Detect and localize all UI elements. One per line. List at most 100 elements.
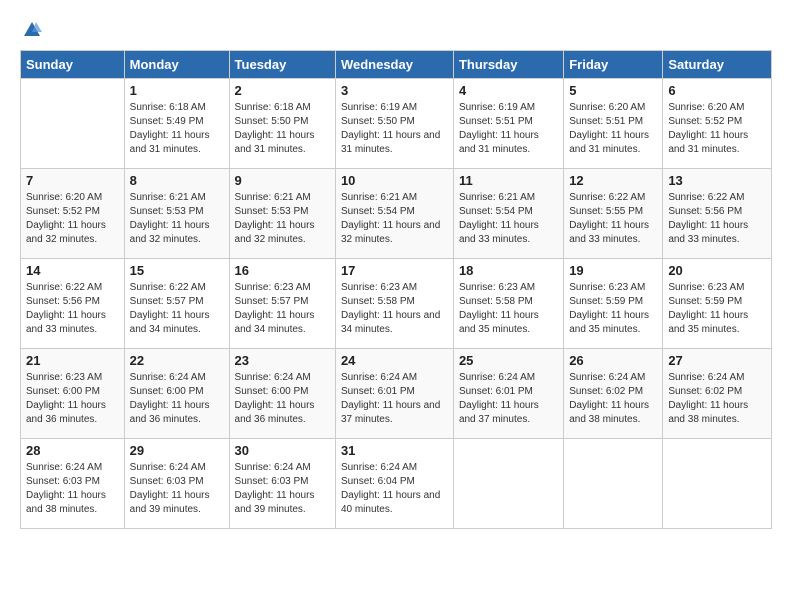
day-info: Sunrise: 6:24 AM Sunset: 6:01 PM Dayligh… [459, 371, 558, 427]
day-number: 30 [235, 443, 330, 458]
calendar-cell: 5Sunrise: 6:20 AM Sunset: 5:51 PM Daylig… [564, 79, 663, 169]
logo-icon [22, 20, 42, 40]
header-row: SundayMondayTuesdayWednesdayThursdayFrid… [21, 51, 772, 79]
calendar-week-row: 14 Sunrise: 6:22 AM Sunset: 5:56 PM Dayli… [21, 259, 772, 349]
day-number: 22 [130, 353, 224, 368]
day-info: Sunrise: 6:20 AM Sunset: 5:52 PM Dayligh… [668, 101, 766, 157]
day-number: 18 [459, 263, 558, 278]
day-info: Sunrise: 6:23 AM Sunset: 5:58 PM Dayligh… [459, 281, 558, 337]
calendar-cell: 9 Sunrise: 6:21 AM Sunset: 5:53 PM Daylig… [229, 169, 335, 259]
day-number: 26 [569, 353, 657, 368]
day-number: 20 [668, 263, 766, 278]
logo [20, 20, 42, 40]
calendar-cell: 24 Sunrise: 6:24 AM Sunset: 6:01 PM Dayli… [335, 349, 453, 439]
calendar-cell: 19Sunrise: 6:23 AM Sunset: 5:59 PM Dayli… [564, 259, 663, 349]
calendar-table: SundayMondayTuesdayWednesdayThursdayFrid… [20, 50, 772, 529]
calendar-body: 1Sunrise: 6:18 AM Sunset: 5:49 PM Daylig… [21, 79, 772, 529]
day-number: 27 [668, 353, 766, 368]
calendar-cell: 29 Sunrise: 6:24 AM Sunset: 6:03 PM Dayli… [124, 439, 229, 529]
day-number: 21 [26, 353, 119, 368]
day-info: Sunrise: 6:18 AM Sunset: 5:49 PM Dayligh… [130, 101, 224, 157]
calendar-cell [564, 439, 663, 529]
day-number: 25 [459, 353, 558, 368]
header-day: Wednesday [335, 51, 453, 79]
day-number: 12 [569, 173, 657, 188]
day-number: 28 [26, 443, 119, 458]
calendar-cell: 3 Sunrise: 6:19 AM Sunset: 5:50 PM Daylig… [335, 79, 453, 169]
day-number: 5 [569, 83, 657, 98]
day-number: 13 [668, 173, 766, 188]
day-info: Sunrise: 6:24 AM Sunset: 6:03 PM Dayligh… [26, 461, 119, 517]
day-number: 15 [130, 263, 224, 278]
day-info: Sunrise: 6:24 AM Sunset: 6:04 PM Dayligh… [341, 461, 448, 517]
calendar-cell: 30 Sunrise: 6:24 AM Sunset: 6:03 PM Dayli… [229, 439, 335, 529]
header-day: Sunday [21, 51, 125, 79]
day-info: Sunrise: 6:21 AM Sunset: 5:54 PM Dayligh… [341, 191, 448, 247]
day-info: Sunrise: 6:24 AM Sunset: 6:01 PM Dayligh… [341, 371, 448, 427]
day-number: 23 [235, 353, 330, 368]
calendar-cell: 21 Sunrise: 6:23 AM Sunset: 6:00 PM Dayli… [21, 349, 125, 439]
calendar-cell: 27 Sunrise: 6:24 AM Sunset: 6:02 PM Dayli… [663, 349, 772, 439]
day-info: Sunrise: 6:21 AM Sunset: 5:53 PM Dayligh… [130, 191, 224, 247]
day-number: 16 [235, 263, 330, 278]
header-day: Saturday [663, 51, 772, 79]
calendar-cell: 4Sunrise: 6:19 AM Sunset: 5:51 PM Daylig… [453, 79, 563, 169]
day-info: Sunrise: 6:23 AM Sunset: 5:58 PM Dayligh… [341, 281, 448, 337]
day-number: 10 [341, 173, 448, 188]
day-info: Sunrise: 6:24 AM Sunset: 6:03 PM Dayligh… [235, 461, 330, 517]
day-number: 9 [235, 173, 330, 188]
day-info: Sunrise: 6:21 AM Sunset: 5:53 PM Dayligh… [235, 191, 330, 247]
calendar-week-row: 7Sunrise: 6:20 AM Sunset: 5:52 PM Daylig… [21, 169, 772, 259]
day-number: 4 [459, 83, 558, 98]
day-number: 8 [130, 173, 224, 188]
calendar-cell: 6 Sunrise: 6:20 AM Sunset: 5:52 PM Daylig… [663, 79, 772, 169]
day-info: Sunrise: 6:20 AM Sunset: 5:52 PM Dayligh… [26, 191, 119, 247]
day-number: 6 [668, 83, 766, 98]
day-number: 31 [341, 443, 448, 458]
calendar-cell: 31 Sunrise: 6:24 AM Sunset: 6:04 PM Dayli… [335, 439, 453, 529]
calendar-cell [663, 439, 772, 529]
day-info: Sunrise: 6:21 AM Sunset: 5:54 PM Dayligh… [459, 191, 558, 247]
header-day: Tuesday [229, 51, 335, 79]
day-info: Sunrise: 6:22 AM Sunset: 5:56 PM Dayligh… [668, 191, 766, 247]
calendar-cell: 14 Sunrise: 6:22 AM Sunset: 5:56 PM Dayli… [21, 259, 125, 349]
calendar-cell: 25 Sunrise: 6:24 AM Sunset: 6:01 PM Dayli… [453, 349, 563, 439]
header-day: Friday [564, 51, 663, 79]
day-info: Sunrise: 6:23 AM Sunset: 5:59 PM Dayligh… [569, 281, 657, 337]
calendar-week-row: 1Sunrise: 6:18 AM Sunset: 5:49 PM Daylig… [21, 79, 772, 169]
calendar-cell: 8 Sunrise: 6:21 AM Sunset: 5:53 PM Daylig… [124, 169, 229, 259]
calendar-cell: 28 Sunrise: 6:24 AM Sunset: 6:03 PM Dayli… [21, 439, 125, 529]
page-header [20, 20, 772, 40]
day-info: Sunrise: 6:24 AM Sunset: 6:00 PM Dayligh… [130, 371, 224, 427]
header-day: Monday [124, 51, 229, 79]
day-info: Sunrise: 6:22 AM Sunset: 5:56 PM Dayligh… [26, 281, 119, 337]
calendar-cell: 12 Sunrise: 6:22 AM Sunset: 5:55 PM Dayli… [564, 169, 663, 259]
calendar-cell: 11 Sunrise: 6:21 AM Sunset: 5:54 PM Dayli… [453, 169, 563, 259]
calendar-cell [21, 79, 125, 169]
day-number: 14 [26, 263, 119, 278]
day-number: 17 [341, 263, 448, 278]
day-info: Sunrise: 6:24 AM Sunset: 6:02 PM Dayligh… [569, 371, 657, 427]
calendar-cell [453, 439, 563, 529]
header-day: Thursday [453, 51, 563, 79]
day-info: Sunrise: 6:23 AM Sunset: 6:00 PM Dayligh… [26, 371, 119, 427]
day-info: Sunrise: 6:22 AM Sunset: 5:57 PM Dayligh… [130, 281, 224, 337]
day-info: Sunrise: 6:19 AM Sunset: 5:50 PM Dayligh… [341, 101, 448, 157]
calendar-cell: 13 Sunrise: 6:22 AM Sunset: 5:56 PM Dayli… [663, 169, 772, 259]
calendar-cell: 26 Sunrise: 6:24 AM Sunset: 6:02 PM Dayli… [564, 349, 663, 439]
day-number: 11 [459, 173, 558, 188]
calendar-cell: 17 Sunrise: 6:23 AM Sunset: 5:58 PM Dayli… [335, 259, 453, 349]
day-number: 24 [341, 353, 448, 368]
calendar-cell: 1Sunrise: 6:18 AM Sunset: 5:49 PM Daylig… [124, 79, 229, 169]
calendar-cell: 2Sunrise: 6:18 AM Sunset: 5:50 PM Daylig… [229, 79, 335, 169]
day-info: Sunrise: 6:22 AM Sunset: 5:55 PM Dayligh… [569, 191, 657, 247]
day-info: Sunrise: 6:24 AM Sunset: 6:02 PM Dayligh… [668, 371, 766, 427]
day-info: Sunrise: 6:24 AM Sunset: 6:03 PM Dayligh… [130, 461, 224, 517]
day-info: Sunrise: 6:18 AM Sunset: 5:50 PM Dayligh… [235, 101, 330, 157]
calendar-week-row: 28 Sunrise: 6:24 AM Sunset: 6:03 PM Dayli… [21, 439, 772, 529]
day-number: 29 [130, 443, 224, 458]
day-info: Sunrise: 6:23 AM Sunset: 5:57 PM Dayligh… [235, 281, 330, 337]
day-info: Sunrise: 6:23 AM Sunset: 5:59 PM Dayligh… [668, 281, 766, 337]
day-number: 3 [341, 83, 448, 98]
calendar-header: SundayMondayTuesdayWednesdayThursdayFrid… [21, 51, 772, 79]
